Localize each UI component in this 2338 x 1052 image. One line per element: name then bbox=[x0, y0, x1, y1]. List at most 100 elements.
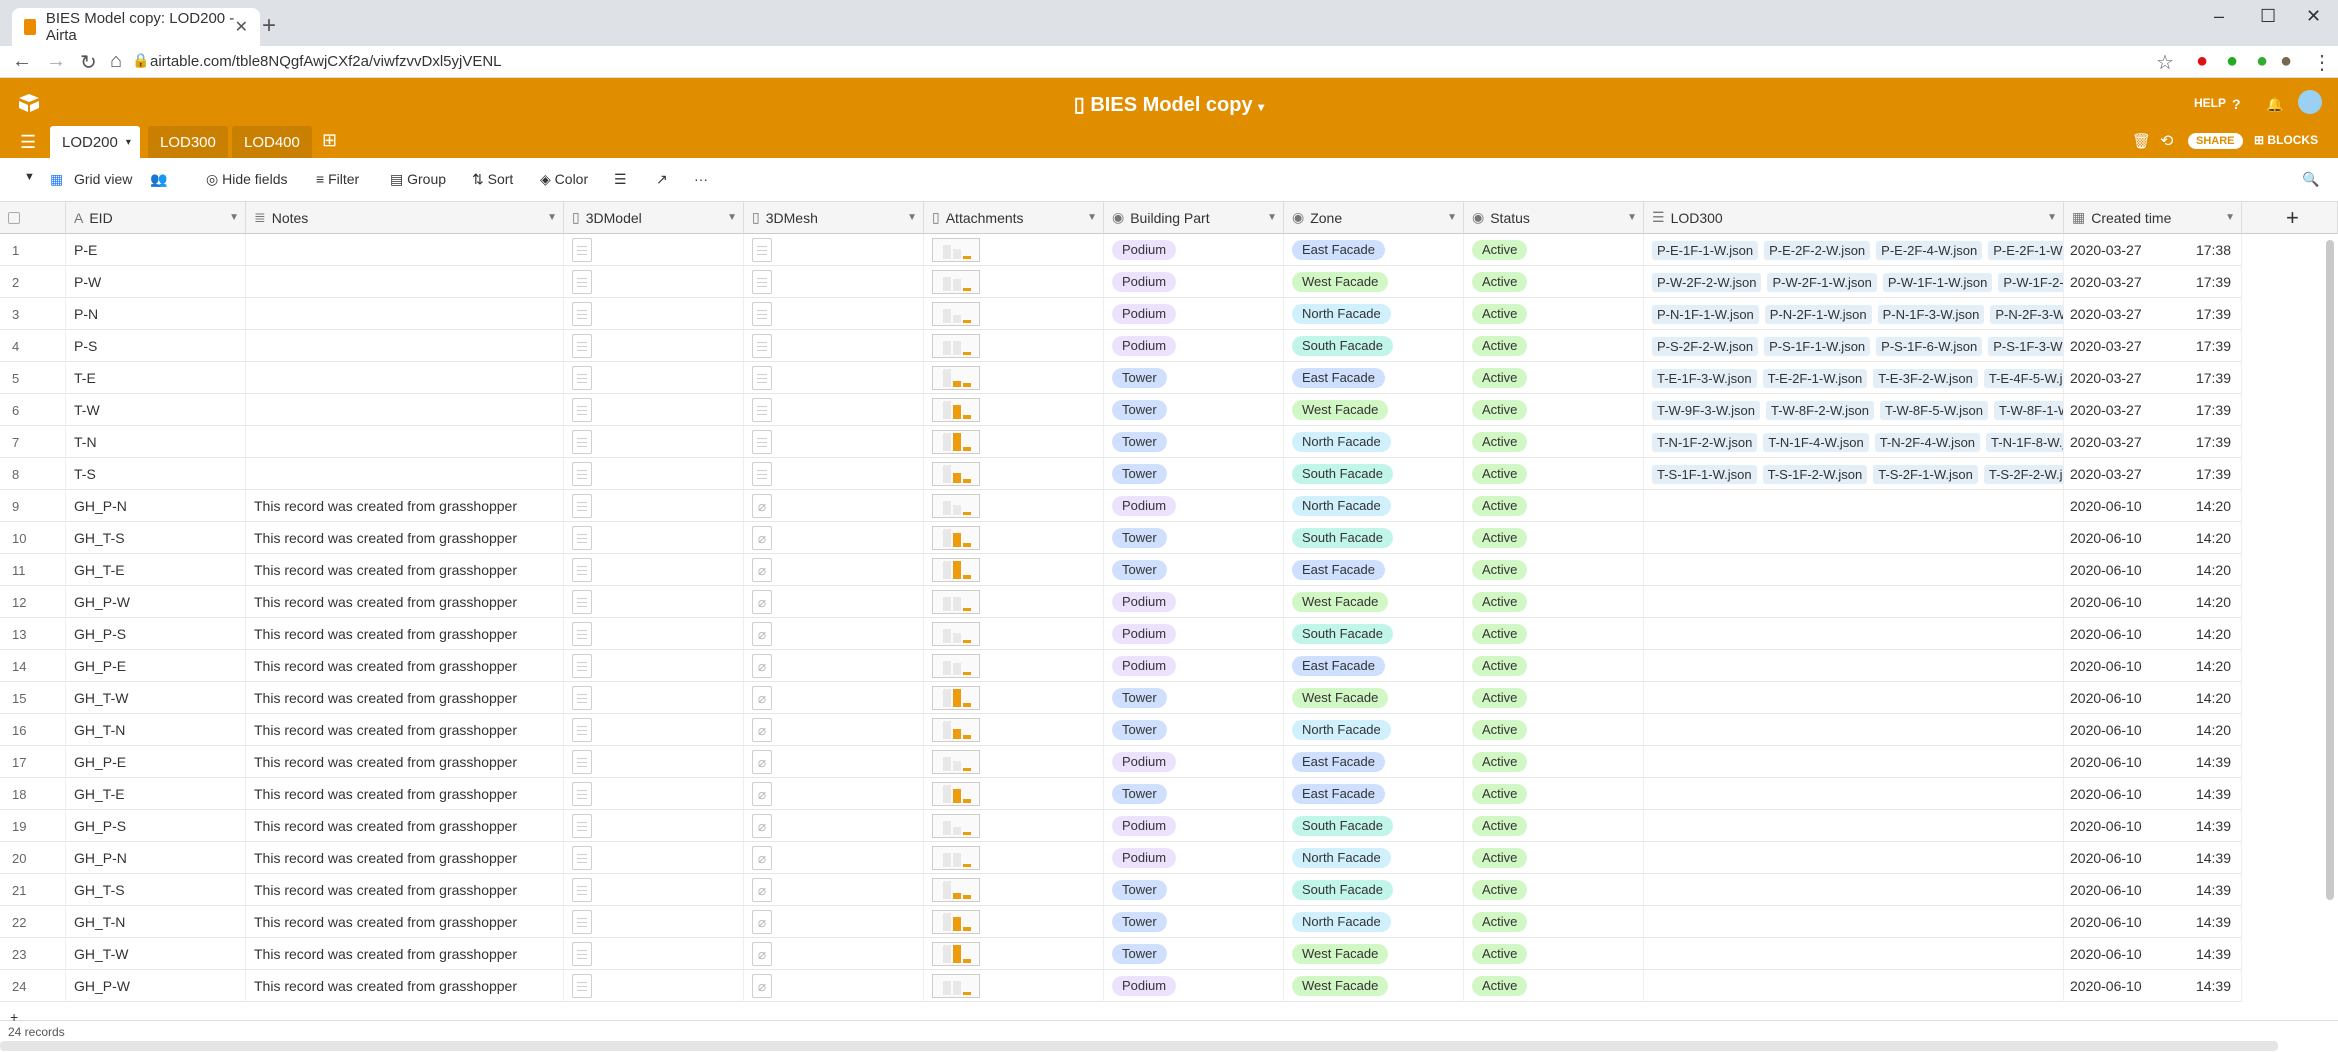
cell-notes[interactable]: This record was created from grasshopper bbox=[246, 842, 564, 874]
attachment-thumbnail[interactable] bbox=[932, 334, 980, 358]
pinterest-extension-icon[interactable]: ● bbox=[2196, 50, 2208, 73]
linked-record-chip[interactable]: T-E-4F-5-W.json bbox=[1983, 368, 2063, 388]
cell-attachments[interactable] bbox=[924, 810, 1104, 842]
table-row[interactable]: 1 P-E Podium East Facade Active P-E-1F-1-W.js… bbox=[0, 234, 2242, 266]
window-close-icon[interactable]: ✕ bbox=[2306, 6, 2321, 27]
minimize-icon[interactable]: – bbox=[2214, 6, 2224, 27]
cell-status[interactable]: Active bbox=[1464, 458, 1644, 490]
linked-record-chip[interactable]: P-S-1F-3-W.json bbox=[1988, 336, 2063, 356]
cell-3dmodel[interactable] bbox=[564, 394, 744, 426]
table-row[interactable]: 5 T-E Tower East Facade Active T-E-1F-3-W.jso… bbox=[0, 362, 2242, 394]
cell-building-part[interactable]: Podium bbox=[1104, 330, 1284, 362]
cell-notes[interactable]: This record was created from grasshopper bbox=[246, 618, 564, 650]
cell-attachments[interactable] bbox=[924, 778, 1104, 810]
linked-record-chip[interactable]: P-S-1F-6-W.json bbox=[1876, 336, 1983, 356]
cell-eid[interactable]: GH_T-E bbox=[66, 778, 246, 810]
filter-button[interactable]: ≡ Filter bbox=[316, 171, 359, 187]
table-row[interactable]: 13 GH_P-S This record was created from gra… bbox=[0, 618, 2242, 650]
table-row[interactable]: 24 GH_P-W This record was created from gra… bbox=[0, 970, 2242, 1002]
cell-3dmesh[interactable]: ⌀ bbox=[744, 810, 924, 842]
cell-3dmodel[interactable] bbox=[564, 970, 744, 1002]
linked-record-chip[interactable]: P-W-2F-1-W.json bbox=[1767, 272, 1877, 292]
column-header-3dmodel[interactable]: ▯ 3DModel ▼ bbox=[564, 202, 744, 234]
cell-eid[interactable]: T-S bbox=[66, 458, 246, 490]
column-header-eid[interactable]: A EID ▼ bbox=[66, 202, 246, 234]
cell-eid[interactable]: GH_T-N bbox=[66, 714, 246, 746]
cell-3dmodel[interactable] bbox=[564, 298, 744, 330]
cell-eid[interactable]: GH_P-W bbox=[66, 970, 246, 1002]
cell-3dmesh[interactable]: ⌀ bbox=[744, 522, 924, 554]
cell-3dmodel[interactable] bbox=[564, 810, 744, 842]
cell-3dmesh[interactable]: ⌀ bbox=[744, 650, 924, 682]
cell-attachments[interactable] bbox=[924, 362, 1104, 394]
attachment-thumbnail[interactable] bbox=[932, 430, 980, 454]
cell-lod300[interactable] bbox=[1644, 522, 2064, 554]
cell-notes[interactable] bbox=[246, 426, 564, 458]
cell-zone[interactable]: South Facade bbox=[1284, 522, 1464, 554]
share-view-icon[interactable]: ↗ bbox=[656, 171, 668, 188]
new-tab-icon[interactable]: + bbox=[262, 12, 276, 40]
cell-notes[interactable]: This record was created from grasshopper bbox=[246, 938, 564, 970]
linked-record-chip[interactable]: T-N-1F-8-W.js bbox=[1986, 432, 2063, 452]
cell-zone[interactable]: East Facade bbox=[1284, 746, 1464, 778]
cell-zone[interactable]: South Facade bbox=[1284, 458, 1464, 490]
attachment-thumbnail[interactable] bbox=[932, 526, 980, 550]
cell-eid[interactable]: GH_T-S bbox=[66, 522, 246, 554]
attachment-thumbnail[interactable] bbox=[932, 718, 980, 742]
cell-3dmesh[interactable] bbox=[744, 330, 924, 362]
cell-status[interactable]: Active bbox=[1464, 842, 1644, 874]
cell-zone[interactable]: South Facade bbox=[1284, 330, 1464, 362]
attachment-thumbnail[interactable] bbox=[932, 910, 980, 934]
cell-3dmodel[interactable] bbox=[564, 714, 744, 746]
attachment-thumbnail[interactable] bbox=[932, 782, 980, 806]
tab-lod400[interactable]: LOD400 bbox=[232, 126, 312, 158]
cell-notes[interactable] bbox=[246, 266, 564, 298]
table-row[interactable]: 22 GH_T-N This record was created from gra… bbox=[0, 906, 2242, 938]
cell-3dmesh[interactable]: ⌀ bbox=[744, 938, 924, 970]
cell-lod300[interactable] bbox=[1644, 714, 2064, 746]
cell-zone[interactable]: West Facade bbox=[1284, 266, 1464, 298]
cell-status[interactable]: Active bbox=[1464, 522, 1644, 554]
cell-notes[interactable]: This record was created from grasshopper bbox=[246, 778, 564, 810]
cell-notes[interactable]: This record was created from grasshopper bbox=[246, 970, 564, 1002]
reload-icon[interactable]: ↻ bbox=[80, 50, 97, 75]
linked-record-chip[interactable]: P-E-1F-1-W.json bbox=[1652, 240, 1759, 260]
cell-3dmesh[interactable] bbox=[744, 394, 924, 426]
cell-attachments[interactable] bbox=[924, 554, 1104, 586]
cell-notes[interactable]: This record was created from grasshopper bbox=[246, 682, 564, 714]
cell-building-part[interactable]: Tower bbox=[1104, 362, 1284, 394]
cell-building-part[interactable]: Podium bbox=[1104, 586, 1284, 618]
more-options-icon[interactable]: ··· bbox=[694, 171, 708, 187]
cell-eid[interactable]: GH_P-E bbox=[66, 746, 246, 778]
cell-notes[interactable]: This record was created from grasshopper bbox=[246, 554, 564, 586]
cell-lod300[interactable]: P-E-1F-1-W.json P-E-2F-2-W.json P-E-2F-4-W… bbox=[1644, 234, 2064, 266]
linked-record-chip[interactable]: T-S-1F-1-W.json bbox=[1652, 464, 1757, 484]
account-avatar[interactable] bbox=[2298, 90, 2322, 114]
linked-record-chip[interactable]: P-W-1F-1-W.json bbox=[1882, 272, 1993, 292]
cell-building-part[interactable]: Podium bbox=[1104, 618, 1284, 650]
cell-eid[interactable]: GH_P-N bbox=[66, 490, 246, 522]
cell-zone[interactable]: West Facade bbox=[1284, 586, 1464, 618]
cell-building-part[interactable]: Tower bbox=[1104, 906, 1284, 938]
cell-lod300[interactable]: P-N-1F-1-W.json P-N-2F-1-W.json P-N-1F-3-W… bbox=[1644, 298, 2064, 330]
profile-avatar[interactable]: ● bbox=[2280, 50, 2292, 73]
column-header-zone[interactable]: ◉ Zone ▼ bbox=[1284, 202, 1464, 234]
cell-building-part[interactable]: Tower bbox=[1104, 682, 1284, 714]
chevron-down-icon[interactable]: ▼ bbox=[229, 212, 239, 223]
cell-lod300[interactable] bbox=[1644, 842, 2064, 874]
linked-record-chip[interactable]: P-S-2F-2-W.json bbox=[1652, 336, 1759, 356]
linked-record-chip[interactable]: T-E-2F-1-W.json bbox=[1762, 368, 1868, 388]
cell-status[interactable]: Active bbox=[1464, 234, 1644, 266]
cell-3dmodel[interactable] bbox=[564, 330, 744, 362]
cell-3dmesh[interactable] bbox=[744, 426, 924, 458]
vertical-scrollbar[interactable] bbox=[2326, 240, 2334, 900]
linked-record-chip[interactable]: T-W-8F-2-W.json bbox=[1766, 400, 1874, 420]
linked-record-chip[interactable]: T-W-8F-5-W.json bbox=[1880, 400, 1988, 420]
select-all-checkbox[interactable] bbox=[8, 211, 20, 224]
column-header-lod300[interactable]: ☰ LOD300 ▼ bbox=[1644, 202, 2064, 234]
linked-record-chip[interactable]: T-N-1F-2-W.json bbox=[1652, 432, 1758, 452]
cell-lod300[interactable] bbox=[1644, 682, 2064, 714]
cell-attachments[interactable] bbox=[924, 906, 1104, 938]
cell-notes[interactable]: This record was created from grasshopper bbox=[246, 490, 564, 522]
cell-notes[interactable]: This record was created from grasshopper bbox=[246, 522, 564, 554]
